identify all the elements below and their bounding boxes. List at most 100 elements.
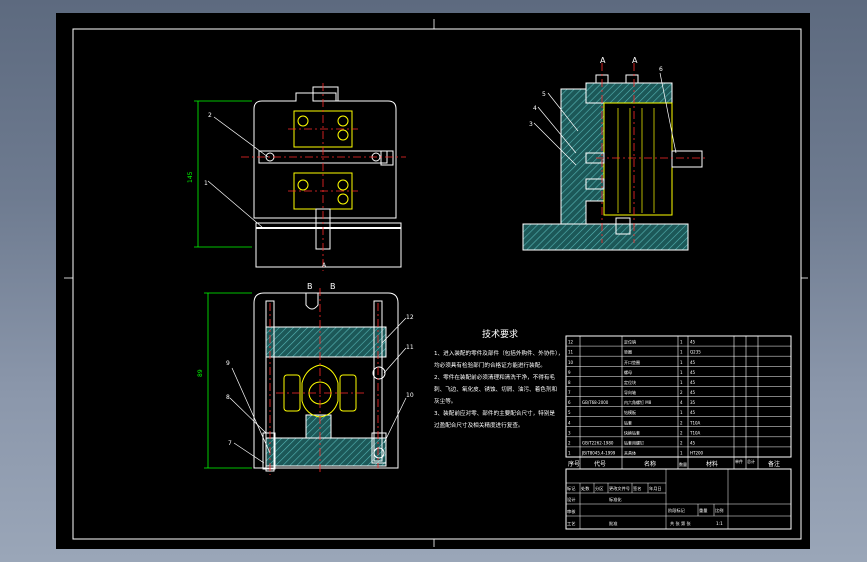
callout-4: 4 <box>533 105 537 112</box>
bom-cell-material: T10A <box>689 420 701 425</box>
bom-cell-material: 45 <box>690 380 696 385</box>
tb-count: 处数 <box>581 485 590 492</box>
tb-change: 更改文件号 <box>609 485 630 492</box>
callout-9: 9 <box>226 360 230 367</box>
bom-cell-code: GB/T68-2000 <box>582 400 609 405</box>
bom-cell-seq: 11 <box>568 350 574 355</box>
bom-cell-name: 定位销 <box>624 339 636 345</box>
drawing-border <box>72 28 802 540</box>
title-block: 标记 处数 分区 更改文件号 签名 年月日 设计 标准化 阶段标记 重量 比例 … <box>565 468 792 530</box>
bom-cell-seq: 2 <box>568 440 571 445</box>
bom-header-note: 备注 <box>768 460 780 468</box>
bom-cell-qty: 2 <box>680 430 683 435</box>
bom-cell-name: 螺母 <box>624 369 632 375</box>
dim-height-front: 145 <box>187 171 194 183</box>
bom-cell-name: 钻套 <box>624 419 632 425</box>
bom-header-code: 代号 <box>594 460 606 468</box>
side-view <box>522 63 708 251</box>
bom-cell-seq: 1 <box>568 451 571 456</box>
bom-cell-code: GB/T2262-1980 <box>582 440 614 445</box>
tb-sheet: 共 张 第 张 <box>670 520 692 527</box>
tech-line: 灰尘等。 <box>434 397 456 405</box>
tb-process: 工艺 <box>567 521 575 526</box>
tb-approve: 批准 <box>609 520 617 527</box>
bom-cell-material: HT200 <box>690 451 704 456</box>
section-label-b2: B <box>330 282 336 291</box>
callout-5: 5 <box>542 91 546 98</box>
tb-scale-value: 1:1 <box>716 521 723 526</box>
bom-cell-qty: 1 <box>680 360 683 365</box>
bom-cell-material: 45 <box>690 390 696 395</box>
bom-cell-seq: 5 <box>568 410 571 415</box>
bom-cell-name: 垫圈 <box>624 349 632 355</box>
bom-cell-qty: 2 <box>680 420 683 425</box>
bom-header-name: 名称 <box>644 460 656 468</box>
callout-12: 12 <box>406 314 414 321</box>
bom-cell-code: JB/T8045.4-1999 <box>581 451 616 456</box>
bom-cell-name: 钻模板 <box>624 409 636 415</box>
tb-date: 年月日 <box>649 485 662 492</box>
bom-cell-name: 钻套用螺钉 <box>624 439 644 445</box>
tb-weight: 重量 <box>699 507 707 514</box>
callout-6: 6 <box>659 66 663 73</box>
tb-standardize: 标准化 <box>609 496 622 503</box>
tech-line: 3、装配前应对零、部件的主要配合尺寸，特别是 <box>434 409 555 417</box>
bom-cell-material: 45 <box>690 340 696 345</box>
bom-cell-seq: 8 <box>568 380 571 385</box>
bom-cell-material: Q235 <box>690 350 701 355</box>
tb-sign: 签名 <box>633 485 641 492</box>
bom-cell-qty: 1 <box>680 410 683 415</box>
bom-header-unit: 单件 <box>735 458 743 464</box>
tb-stage: 阶段标记 <box>668 507 686 514</box>
cad-drawing: A A B B A 145 89 2 1 3 4 5 6 9 8 7 12 11… <box>64 19 808 547</box>
bom-cell-material: 45 <box>690 440 696 445</box>
callout-1: 1 <box>204 180 208 187</box>
front-view <box>194 83 406 271</box>
tech-line: 均必须具有检验部门的合格证方能进行装配。 <box>434 361 546 369</box>
tb-scale: 比例 <box>715 507 723 514</box>
bom-cell-qty: 1 <box>680 380 683 385</box>
dim-height-bottom: 89 <box>197 369 204 377</box>
drawing-canvas[interactable]: A A B B A 145 89 2 1 3 4 5 6 9 8 7 12 11… <box>56 13 810 549</box>
tb-zone: 分区 <box>595 485 603 492</box>
tech-line: 过盈配合尺寸及相关精度进行复查。 <box>434 421 524 429</box>
bom-cell-seq: 6 <box>568 400 571 405</box>
bom-cell-name: 内六角螺钉 M8 <box>624 399 652 405</box>
tech-line: 2、零件在装配前必须清理和清洗干净，不得有毛 <box>434 373 555 381</box>
bom-cell-qty: 2 <box>680 440 683 445</box>
tb-designer: 设计 <box>567 496 575 503</box>
bom-cell-name: 快换钻套 <box>624 429 640 435</box>
bom-header-seq: 序号 <box>568 460 580 468</box>
section-label-b1: B <box>307 282 313 291</box>
bom-cell-name: 导向轴 <box>624 389 636 395</box>
bom-cell-material: 45 <box>690 410 696 415</box>
bom-cell-seq: 10 <box>568 360 574 365</box>
bom-cell-name: 夹具体 <box>624 450 636 456</box>
bom-cell-seq: 7 <box>568 390 571 395</box>
bom-cell-material: 45 <box>690 370 696 375</box>
bom-cell-qty: 1 <box>680 340 683 345</box>
center-ticks <box>64 19 808 547</box>
bom-cell-seq: 9 <box>568 370 571 375</box>
bom-cell-material: T10A <box>689 430 701 435</box>
bom-cell-qty: 1 <box>680 451 683 456</box>
bom-header-material: 材料 <box>706 460 718 468</box>
bom-cell-material: 35 <box>690 400 696 405</box>
section-label-front: A <box>322 262 327 269</box>
callout-7: 7 <box>228 440 232 447</box>
bom-table: 12 定位销 1 4511 垫圈 1 Q23510 开口垫圈 1 459 螺母 1 458 定位块 1 457… <box>565 335 792 470</box>
bom-cell-name: 定位块 <box>624 379 636 385</box>
bom-cell-material: 45 <box>690 360 696 365</box>
tech-line: 刺、飞边、氧化皮、锈蚀、切屑、油污、着色剂和 <box>434 385 557 393</box>
callout-11: 11 <box>406 344 414 351</box>
section-label-a2: A <box>632 56 638 65</box>
section-label-a1: A <box>600 56 606 65</box>
bom-cell-seq: 4 <box>568 420 571 425</box>
tb-review: 审核 <box>567 508 576 515</box>
bom-cell-qty: 2 <box>680 390 683 395</box>
callout-3: 3 <box>529 121 533 128</box>
callout-10: 10 <box>406 392 414 399</box>
tech-line: 1、进入装配的零件及部件（包括外购件、外协件）， <box>434 349 563 357</box>
bom-header-total: 总计 <box>747 458 755 464</box>
bom-cell-qty: 1 <box>680 370 683 375</box>
